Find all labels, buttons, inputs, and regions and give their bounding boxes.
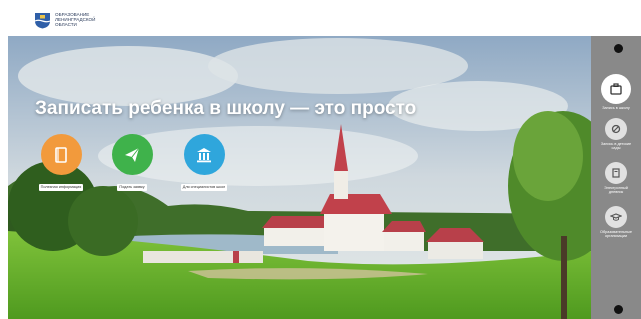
rail-item-label[interactable]: Образовательные организации xyxy=(591,230,641,239)
rail-top-dot xyxy=(614,44,623,53)
action-submit-application[interactable]: Подать заявку xyxy=(102,134,162,193)
hero-title: Записать ребенка в школу — это просто xyxy=(35,98,417,119)
book-icon[interactable] xyxy=(40,134,82,175)
logo-text[interactable]: ОБРАЗОВАНИЕ ЛЕНИНГРАДСКОЙ ОБЛАСТИ xyxy=(55,12,115,28)
site-header: ОБРАЗОВАНИЕ ЛЕНИНГРАДСКОЙ ОБЛАСТИ xyxy=(0,0,641,36)
rail-item-school-enrollment[interactable]: Запись в школу xyxy=(591,74,641,110)
rail-item-electronic-diary[interactable]: Электронный дневник xyxy=(591,162,641,195)
rail-item-label[interactable]: Запись в детские сады xyxy=(591,142,641,151)
hero-background-image xyxy=(8,36,591,319)
coat-of-arms-icon[interactable] xyxy=(34,12,51,29)
hero-banner: Записать ребенка в школу — это просто По… xyxy=(8,36,591,319)
action-useful-info[interactable]: Полезная информация xyxy=(31,134,91,193)
action-for-school-specialists[interactable]: Для специалистов школ xyxy=(174,134,234,193)
diary-icon[interactable] xyxy=(605,162,627,184)
rail-item-educational-organizations[interactable]: Образовательные организации xyxy=(591,206,641,239)
pacifier-icon[interactable] xyxy=(605,118,627,140)
rail-item-label[interactable]: Запись в школу xyxy=(591,106,641,110)
action-label[interactable]: Полезная информация xyxy=(38,183,84,191)
rail-item-kindergarten[interactable]: Запись в детские сады xyxy=(591,118,641,151)
action-label[interactable]: Подать заявку xyxy=(117,183,147,191)
send-icon[interactable] xyxy=(111,134,153,175)
action-label[interactable]: Для специалистов школ xyxy=(180,183,228,191)
briefcase-icon[interactable] xyxy=(601,74,631,104)
rail-bottom-dot xyxy=(614,305,623,314)
right-rail-nav: Запись в школу Запись в детские сады Эле… xyxy=(591,36,641,319)
institution-icon[interactable] xyxy=(183,134,225,175)
hat-icon[interactable] xyxy=(605,206,627,228)
rail-item-label[interactable]: Электронный дневник xyxy=(591,186,641,195)
